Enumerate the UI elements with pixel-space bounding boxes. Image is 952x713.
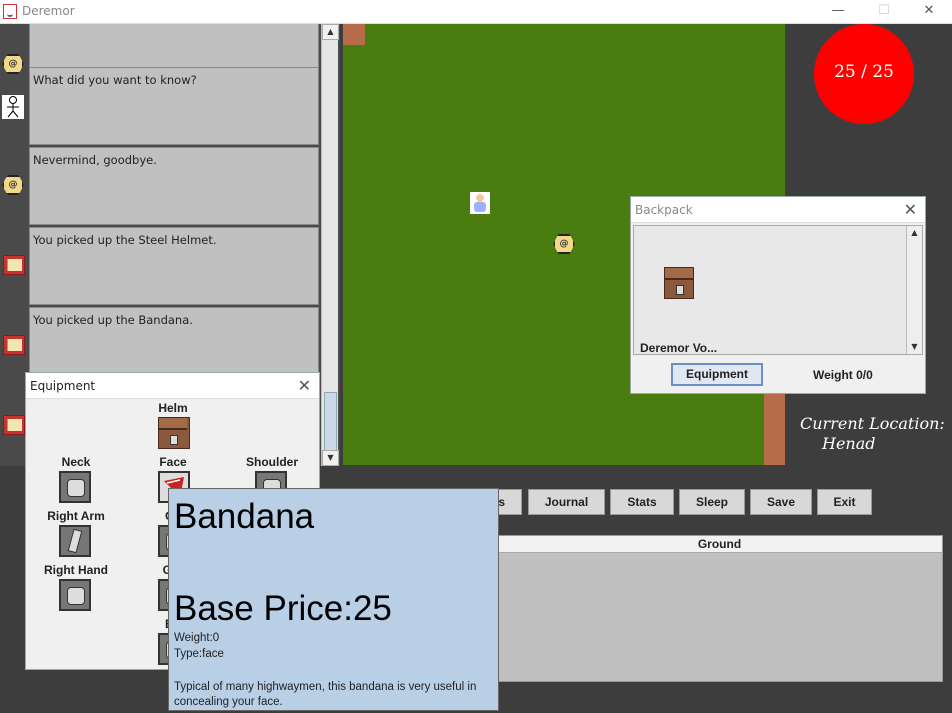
backpack-title-bar: Backpack ✕ xyxy=(631,197,925,223)
ground-header: Ground xyxy=(497,536,942,553)
tooltip-item-name: Bandana xyxy=(174,497,315,536)
book-icon xyxy=(3,255,25,275)
tooltip-base-price: Base Price:25 xyxy=(174,589,392,628)
close-window-button[interactable]: ✕ xyxy=(906,0,952,24)
journal-button[interactable]: Journal xyxy=(528,489,605,515)
backpack-item-label: Deremor Vo... xyxy=(640,341,718,355)
current-location: Current Location: Henad xyxy=(800,414,952,454)
maximize-button[interactable]: ☐ xyxy=(861,0,907,24)
location-value: Henad xyxy=(822,434,876,453)
helm-slot[interactable] xyxy=(158,417,190,449)
tooltip-description: Typical of many highwaymen, this bandana… xyxy=(174,681,477,708)
location-heading: Current Location: xyxy=(800,414,945,433)
equipment-title: Equipment xyxy=(30,379,96,393)
book-icon xyxy=(3,415,25,435)
save-button[interactable]: Save xyxy=(750,489,812,515)
slot-label-neck: Neck xyxy=(61,455,91,469)
sleep-button[interactable]: Sleep xyxy=(679,489,745,515)
exit-button[interactable]: Exit xyxy=(817,489,872,515)
scroll-down-arrow-icon[interactable]: ▼ xyxy=(322,450,339,466)
chat-scrollbar[interactable]: ▲ ▼ xyxy=(321,24,339,466)
close-icon[interactable]: ✕ xyxy=(904,197,917,223)
tooltip-weight: Weight:0 xyxy=(174,632,220,644)
java-app-icon xyxy=(3,4,17,19)
dirt-tile xyxy=(343,24,365,45)
dirt-path xyxy=(764,394,785,465)
chat-message-text: Nevermind, goodbye. xyxy=(29,147,319,225)
item-tooltip: Bandana Base Price:25 Weight:0 Type:face… xyxy=(168,488,499,711)
equipment-title-bar: Equipment ✕ xyxy=(26,373,319,399)
book-icon xyxy=(3,335,25,355)
backpack-dialog: Backpack ✕ Deremor Vo... ▲ ▼ Equipment W… xyxy=(630,196,926,394)
chat-message-text: You picked up the Steel Helmet. xyxy=(29,227,319,305)
tooltip-type: Type:face xyxy=(174,648,224,660)
slot-label-right-arm: Right Arm xyxy=(47,509,105,523)
neck-slot[interactable] xyxy=(59,471,91,503)
slot-label-right-hand: Right Hand xyxy=(44,563,108,577)
backpack-title: Backpack xyxy=(635,203,693,217)
npc-sprite[interactable] xyxy=(470,192,490,214)
slot-label-helm: Helm xyxy=(158,401,188,415)
right-hand-slot[interactable] xyxy=(59,579,91,611)
right-arm-slot[interactable] xyxy=(59,525,91,557)
chat-message: What did you want to know? xyxy=(0,67,320,147)
title-bar: Deremor — ☐ ✕ xyxy=(0,0,952,24)
scroll-up-arrow-icon[interactable]: ▲ xyxy=(322,24,339,40)
minimize-button[interactable]: — xyxy=(815,0,861,24)
chat-message: @ Nevermind, goodbye. xyxy=(0,147,320,227)
equipment-button[interactable]: Equipment xyxy=(671,363,763,386)
ground-panel[interactable]: Ground xyxy=(496,535,943,682)
scroll-thumb[interactable] xyxy=(324,392,337,452)
health-orb: 25 / 25 xyxy=(814,24,914,124)
chat-message: You picked up the Steel Helmet. xyxy=(0,227,320,307)
stick-figure-icon xyxy=(2,95,24,119)
slot-label-shoulder: Shoulder xyxy=(245,455,298,469)
backpack-scrollbar[interactable]: ▲ ▼ xyxy=(906,226,922,354)
stats-button[interactable]: Stats xyxy=(610,489,674,515)
close-icon[interactable]: ✕ xyxy=(298,373,311,399)
scroll-down-arrow-icon[interactable]: ▼ xyxy=(907,340,922,354)
hex-at-icon: @ xyxy=(2,175,24,195)
chat-message-text: What did you want to know? xyxy=(29,67,319,145)
weight-label: Weight 0/0 xyxy=(813,368,873,382)
player-hex-icon[interactable]: @ xyxy=(553,234,575,254)
backpack-items[interactable]: Deremor Vo... ▲ ▼ xyxy=(633,225,923,355)
chest-icon[interactable] xyxy=(664,267,694,299)
scroll-up-arrow-icon[interactable]: ▲ xyxy=(907,226,922,240)
window-title: Deremor xyxy=(22,4,75,18)
slot-label-face: Face xyxy=(159,455,187,469)
